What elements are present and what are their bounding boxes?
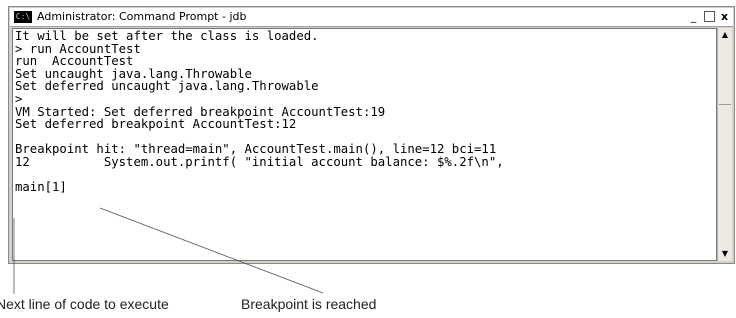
breakpoint-callout-label: Breakpoint is reached [241, 296, 377, 312]
next-line-callout-label: Next line of code to execute [0, 296, 169, 312]
callout-lines [13, 207, 324, 294]
breakpoint-callout-line [99, 207, 324, 294]
